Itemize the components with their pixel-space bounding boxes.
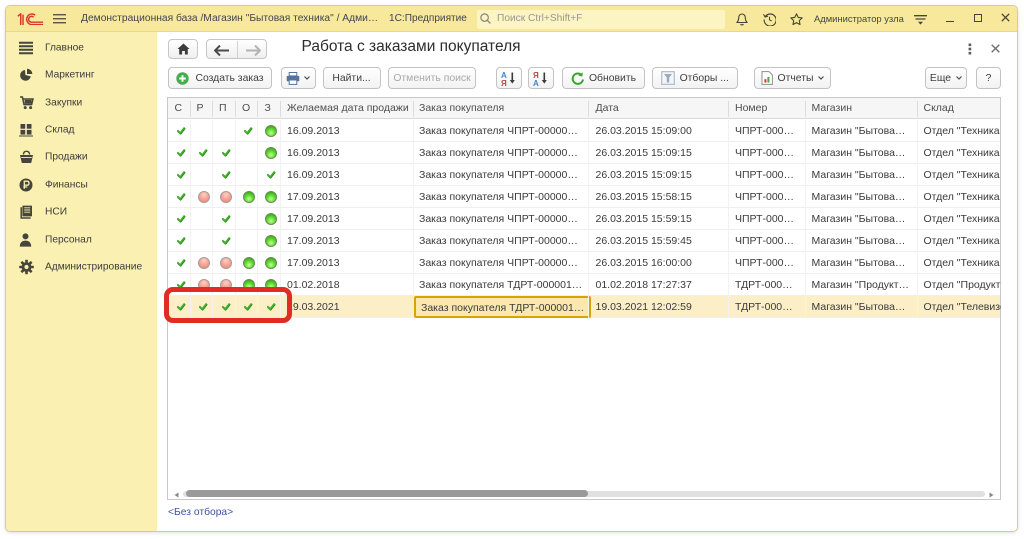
svg-text:А: А — [533, 79, 539, 86]
svg-text:Я: Я — [501, 79, 507, 86]
